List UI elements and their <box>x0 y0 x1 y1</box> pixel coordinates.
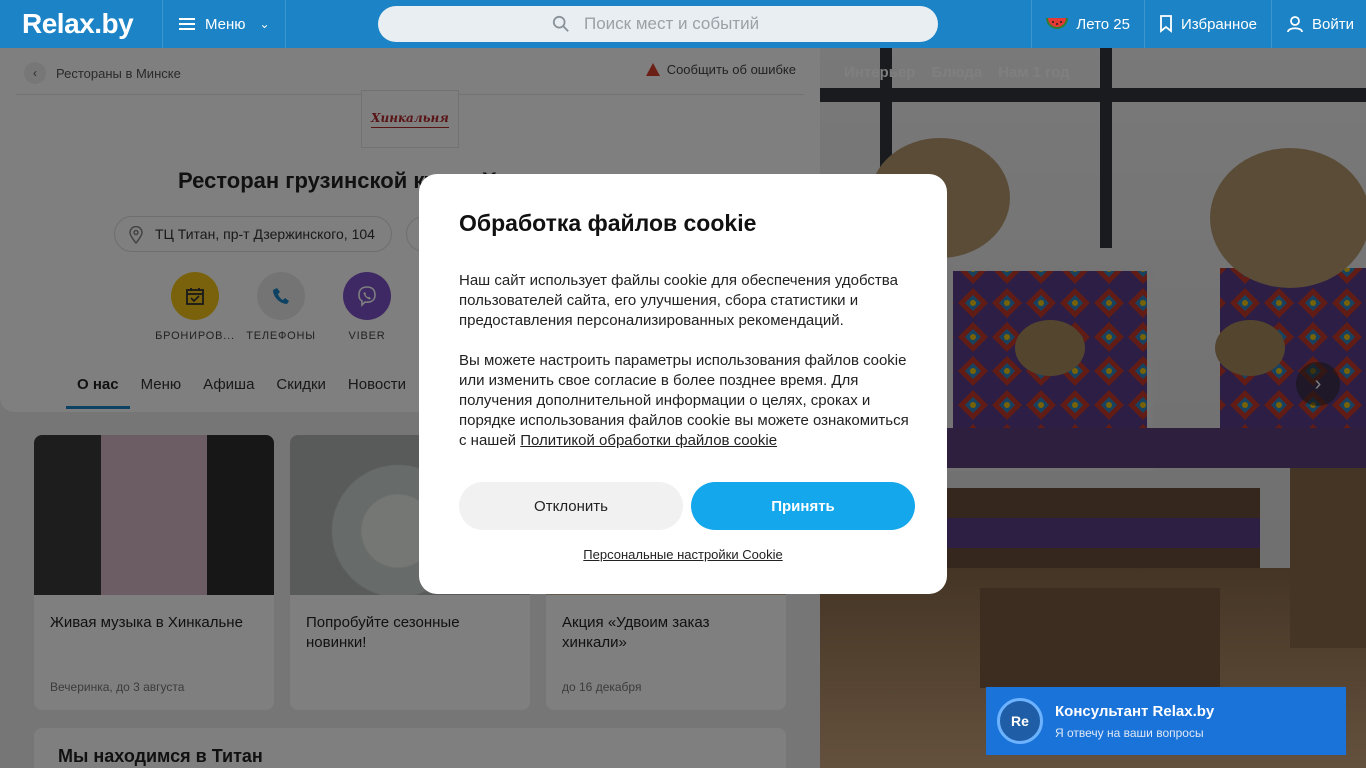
cookie-modal-paragraph-1: Наш сайт использует файлы cookie для обе… <box>459 272 898 329</box>
bookmark-icon <box>1160 15 1172 33</box>
menu-button[interactable]: Меню ⌄ <box>162 0 286 48</box>
cookie-modal-paragraph-2: Вы можете настроить параметры использова… <box>459 351 915 451</box>
search-icon <box>552 15 569 32</box>
login-link[interactable]: Войти <box>1271 0 1366 48</box>
cookie-policy-link[interactable]: Политикой обработки файлов cookie <box>520 432 777 449</box>
user-icon <box>1287 16 1303 33</box>
cookie-modal: Обработка файлов cookie Наш сайт использ… <box>419 174 947 594</box>
favorites-link[interactable]: Избранное <box>1143 0 1271 48</box>
cookie-modal-title: Обработка файлов cookie <box>459 210 757 236</box>
menu-label: Меню <box>205 15 246 33</box>
hamburger-icon <box>179 18 195 30</box>
watermelon-icon <box>1046 17 1069 29</box>
summer-link[interactable]: Лето 25 <box>1031 0 1144 48</box>
consultant-avatar: Re <box>997 698 1043 744</box>
accept-button[interactable]: Принять <box>691 482 915 530</box>
favorites-label: Избранное <box>1180 15 1258 33</box>
search-box[interactable] <box>378 6 938 42</box>
site-logo[interactable]: Relax.by <box>0 0 162 48</box>
chevron-down-icon: ⌄ <box>259 17 270 31</box>
decline-button[interactable]: Отклонить <box>459 482 683 530</box>
cookie-settings-link[interactable]: Персональные настройки Cookie <box>419 547 947 562</box>
search-input[interactable] <box>584 14 884 34</box>
summer-label: Лето 25 <box>1076 15 1130 33</box>
consultant-title: Консультант Relax.by <box>1055 702 1215 720</box>
login-label: Войти <box>1312 15 1354 33</box>
top-bar: Relax.by Меню ⌄ Лето 25 Избранное Войти <box>0 0 1366 48</box>
consultant-widget[interactable]: Re Консультант Relax.by Я отвечу на ваши… <box>986 687 1346 755</box>
consultant-subtitle: Я отвечу на ваши вопросы <box>1055 725 1204 740</box>
